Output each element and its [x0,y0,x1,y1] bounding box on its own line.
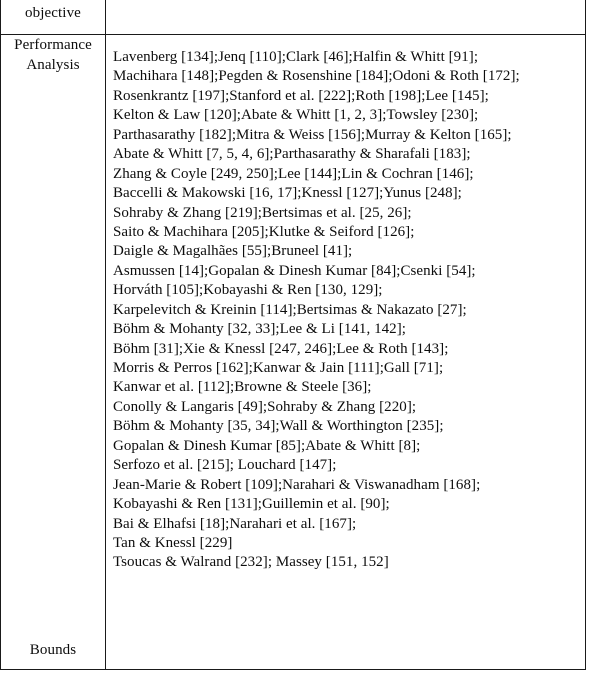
column-header-line-2: objective [25,4,81,21]
publication-line: Serfozo et al. [215]; Louchard [147]; [113,457,337,474]
publication-line: Gopalan & Dinesh Kumar [85];Abate & Whit… [113,437,421,454]
row-label-performance-analysis: Performance Analysis [1,36,105,75]
row-label-line-2: Analysis [26,56,80,73]
publication-line: Saito & Machihara [205];Klutke & Seiford… [113,223,415,240]
publication-line: Abate & Whitt [7, 5, 4, 6];Parthasarathy… [113,146,471,163]
publication-line: Jean-Marie & Robert [109];Narahari & Vis… [113,476,481,493]
publication-line: Parthasarathy [182];Mitra & Weiss [156];… [113,126,512,143]
publication-line: Zhang & Coyle [249, 250];Lee [144];Lin &… [113,165,474,182]
publication-line: Böhm & Mohanty [32, 33];Lee & Li [141, 1… [113,321,406,338]
table-right-border [585,0,586,670]
publication-line: Karpelevitch & Kreinin [114];Bertsimas &… [113,301,467,318]
publication-line: Baccelli & Makowski [16, 17];Knessl [127… [113,185,462,202]
publication-line: Conolly & Langaris [49];Sohraby & Zhang … [113,398,417,415]
table-header-rule [0,34,586,35]
publication-line: Kelton & Law [120];Abate & Whitt [1, 2, … [113,107,479,124]
row-label-line-1: Bounds [29,642,77,658]
column-header-publications: Publications [113,0,188,4]
publication-line: Machihara [148];Pegden & Rosenshine [184… [113,68,520,85]
publication-line: Böhm & Mohanty [35, 34];Wall & Worthingt… [113,418,444,435]
table-bottom-border [0,669,586,670]
document-page: Application objective Publications Perfo… [0,0,591,678]
publication-line: Sohraby & Zhang [219];Bertsimas et al. [… [113,204,412,221]
table-column-divider [105,0,106,670]
publication-line: Böhm [31];Xie & Knessl [247, 246];Lee & … [113,340,449,357]
publication-line: Asmussen [14];Gopalan & Dinesh Kumar [84… [113,262,476,279]
publication-line: Rosenkrantz [197];Stanford et al. [222];… [113,87,489,104]
publications-table: Application objective Publications Perfo… [0,0,586,670]
table-left-border [0,0,1,670]
row-label-line-1: Performance [14,37,92,53]
publication-line: Kanwar et al. [112];Browne & Steele [36]… [113,379,372,396]
publication-line: Lavenberg [134];Jenq [110];Clark [46];Ha… [113,49,479,65]
publication-line: Bai & Elhafsi [18];Narahari et al. [167]… [113,515,357,532]
publication-line: Horváth [105];Kobayashi & Ren [130, 129]… [113,282,383,299]
publication-line: Kobayashi & Ren [131];Guillemin et al. [… [113,496,390,513]
publication-line: Tan & Knessl [229] [113,534,233,551]
publication-line: Morris & Perros [162];Kanwar & Jain [111… [113,360,444,376]
column-header-application-objective: Application objective [1,0,105,23]
row-label-bounds: Bounds [1,641,105,661]
publications-cell: Lavenberg [134];Jenq [110];Clark [46];Ha… [113,48,581,573]
publication-line: Daigle & Magalhães [55];Bruneel [41]; [113,243,353,260]
publication-line: Tsoucas & Walrand [232]; Massey [151, 15… [113,554,389,571]
